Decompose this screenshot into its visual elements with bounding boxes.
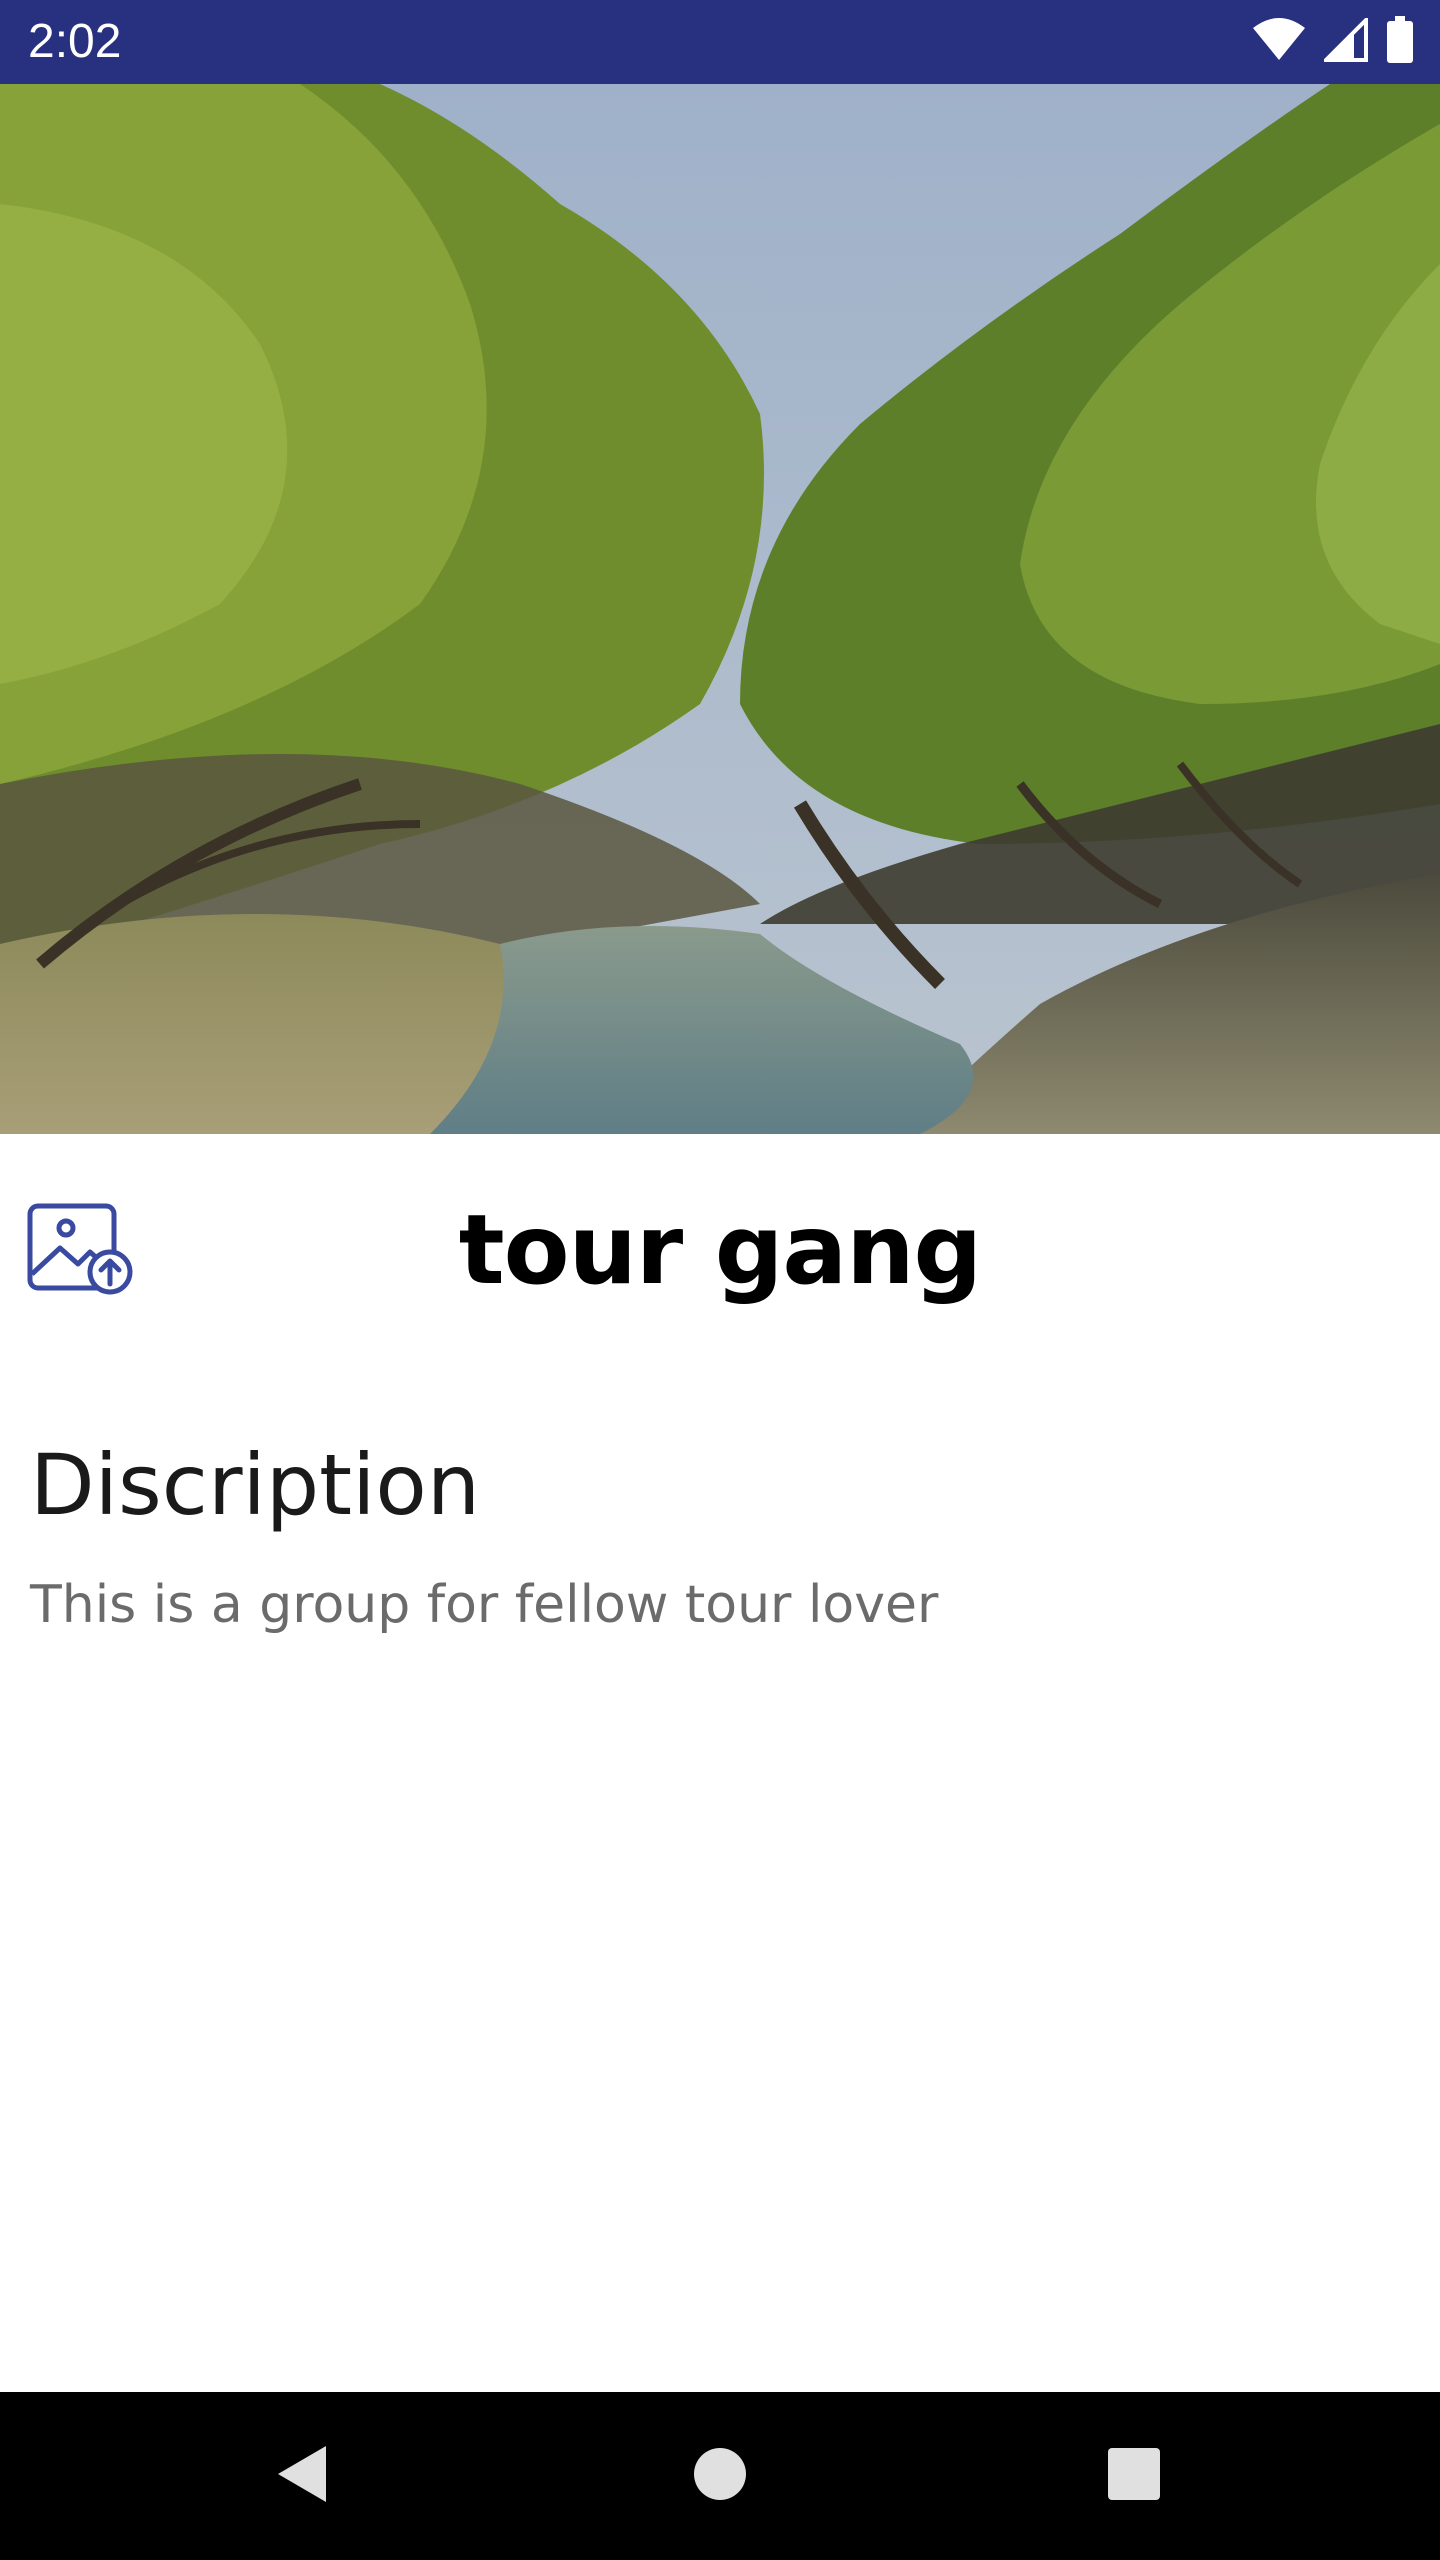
description-text: This is a group for fellow tour lover xyxy=(30,1575,939,1635)
recents-button[interactable] xyxy=(1094,2436,1174,2516)
wifi-icon xyxy=(1252,18,1306,66)
status-icons xyxy=(1252,15,1414,68)
signal-icon xyxy=(1321,15,1368,66)
status-time: 2:02 xyxy=(28,15,122,68)
back-icon xyxy=(272,2442,332,2510)
group-cover-image xyxy=(0,84,1440,1134)
battery-icon xyxy=(1386,16,1414,68)
back-button[interactable] xyxy=(262,2436,342,2516)
recents-icon xyxy=(1106,2446,1162,2506)
home-button[interactable] xyxy=(680,2436,760,2516)
home-icon xyxy=(692,2446,748,2506)
system-nav-bar xyxy=(0,2392,1440,2560)
group-title: tour gang xyxy=(458,1194,983,1306)
status-bar: 2:02 xyxy=(0,0,1440,84)
description-heading: Discription xyxy=(30,1436,481,1534)
group-detail-screen: 2:02 tour gang Discription This is a gro… xyxy=(0,0,1440,2560)
